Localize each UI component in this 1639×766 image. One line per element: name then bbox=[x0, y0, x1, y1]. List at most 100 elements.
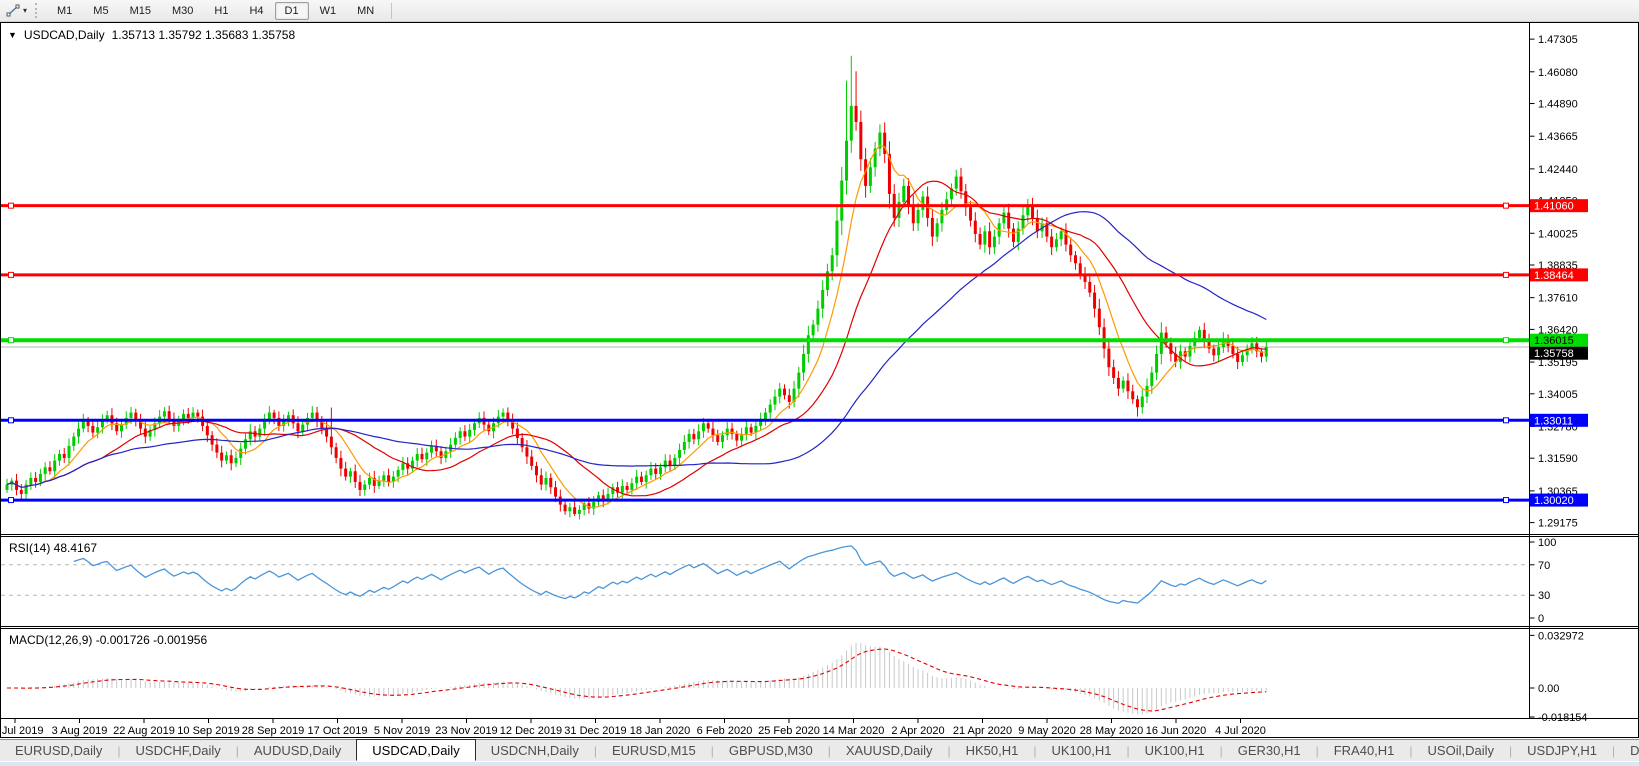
timeframe-button-M1[interactable]: M1 bbox=[47, 2, 82, 20]
svg-text:1.36015: 1.36015 bbox=[1534, 335, 1574, 347]
svg-text:1.43665: 1.43665 bbox=[1538, 131, 1578, 143]
tab-xauusd-daily[interactable]: XAUUSD,Daily bbox=[831, 740, 948, 761]
hline-handle[interactable] bbox=[9, 272, 14, 277]
toolbar-separator bbox=[391, 3, 392, 19]
svg-text:1.34005: 1.34005 bbox=[1538, 389, 1578, 401]
timeframe-button-M30[interactable]: M30 bbox=[162, 2, 203, 20]
tab-usoil-daily[interactable]: USOil,Daily bbox=[1413, 740, 1509, 761]
svg-text:1.35758: 1.35758 bbox=[1534, 348, 1574, 360]
chart-title: ▼ USDCAD,Daily 1.35713 1.35792 1.35683 1… bbox=[8, 28, 295, 42]
hline-handle[interactable] bbox=[1504, 338, 1509, 343]
svg-text:4 Jul 2020: 4 Jul 2020 bbox=[1215, 725, 1266, 737]
chart-ohlc-values: 1.35713 1.35792 1.35683 1.35758 bbox=[112, 28, 296, 42]
timeframe-button-H4[interactable]: H4 bbox=[239, 2, 273, 20]
timeframe-button-D1[interactable]: D1 bbox=[275, 2, 309, 20]
timeframe-button-W1[interactable]: W1 bbox=[310, 2, 347, 20]
svg-text:14 Mar 2020: 14 Mar 2020 bbox=[823, 725, 885, 737]
candles bbox=[6, 56, 1268, 520]
svg-text:1.29175: 1.29175 bbox=[1538, 518, 1578, 530]
svg-text:28 Sep 2019: 28 Sep 2019 bbox=[242, 725, 304, 737]
tab-uk100-h1[interactable]: UK100,H1 bbox=[1130, 740, 1220, 761]
tab-hk50-h1[interactable]: HK50,H1 bbox=[951, 740, 1034, 761]
timeframe-button-M5[interactable]: M5 bbox=[83, 2, 118, 20]
macd-indicator-label: MACD(12,26,9) -0.001726 -0.001956 bbox=[9, 633, 207, 647]
moving-averages bbox=[7, 145, 1266, 507]
svg-text:16 Jul 2019: 16 Jul 2019 bbox=[1, 725, 43, 737]
chart-symbol-label: USDCAD,Daily bbox=[24, 28, 105, 42]
tab-audusd-daily[interactable]: AUDUSD,Daily bbox=[239, 740, 356, 761]
svg-text:22 Aug 2019: 22 Aug 2019 bbox=[113, 725, 175, 737]
top-toolbar: ▾ M1M5M15M30H1H4D1W1MN bbox=[0, 0, 1639, 22]
line-studies-button[interactable]: ▾ bbox=[3, 3, 30, 18]
svg-text:100: 100 bbox=[1538, 537, 1556, 549]
svg-text:1.31590: 1.31590 bbox=[1538, 453, 1578, 465]
toolbar-grip bbox=[35, 3, 41, 18]
svg-text:10 Sep 2019: 10 Sep 2019 bbox=[177, 725, 239, 737]
date-axis: 16 Jul 2019 3 Aug 2019 22 Aug 201910 Sep 2… bbox=[1, 719, 1266, 737]
tab-usdjpy-h1[interactable]: USDJPY,H1 bbox=[1512, 740, 1612, 761]
chevron-down-icon[interactable]: ▾ bbox=[23, 6, 27, 15]
tab-usdchf-daily[interactable]: USDCHF,Daily bbox=[121, 740, 236, 761]
svg-text:30: 30 bbox=[1538, 590, 1550, 602]
tab-ger30-h1[interactable]: GER30,H1 bbox=[1223, 740, 1316, 761]
hline-handle[interactable] bbox=[1504, 498, 1509, 503]
tab-dj30-m15[interactable]: DJ30,M15 bbox=[1615, 740, 1639, 761]
timeframe-button-H1[interactable]: H1 bbox=[204, 2, 238, 20]
svg-text:16 Jun 2020: 16 Jun 2020 bbox=[1146, 725, 1207, 737]
svg-text:-0.018154: -0.018154 bbox=[1538, 712, 1588, 724]
svg-text:2 Apr 2020: 2 Apr 2020 bbox=[891, 725, 944, 737]
price-axis: 1.473051.460801.448901.436651.424401.412… bbox=[1, 23, 1638, 724]
svg-text:1.37610: 1.37610 bbox=[1538, 293, 1578, 305]
svg-text:1.47305: 1.47305 bbox=[1538, 34, 1578, 46]
tab-uk100-h1[interactable]: UK100,H1 bbox=[1037, 740, 1127, 761]
tab-usdcnh-daily[interactable]: USDCNH,Daily bbox=[476, 740, 594, 761]
svg-text:3 Aug 2019: 3 Aug 2019 bbox=[52, 725, 108, 737]
svg-text:1.30020: 1.30020 bbox=[1534, 495, 1574, 507]
macd-pane bbox=[7, 643, 1266, 715]
svg-text:21 Apr 2020: 21 Apr 2020 bbox=[953, 725, 1012, 737]
svg-text:1.46080: 1.46080 bbox=[1538, 67, 1578, 79]
ma-8-line bbox=[7, 145, 1266, 507]
svg-text:1.40025: 1.40025 bbox=[1538, 228, 1578, 240]
hline-handle[interactable] bbox=[9, 418, 14, 423]
tab-eurusd-m15[interactable]: EURUSD,M15 bbox=[597, 740, 711, 761]
hline-handle[interactable] bbox=[1504, 203, 1509, 208]
svg-text:28 May 2020: 28 May 2020 bbox=[1080, 725, 1144, 737]
timeframe-button-MN[interactable]: MN bbox=[347, 2, 384, 20]
svg-text:0.032972: 0.032972 bbox=[1538, 630, 1584, 642]
svg-text:1.33011: 1.33011 bbox=[1534, 415, 1573, 427]
svg-text:0.00: 0.00 bbox=[1538, 683, 1559, 695]
timeframe-button-M15[interactable]: M15 bbox=[120, 2, 161, 20]
ma-55-line bbox=[7, 212, 1266, 488]
tabs-container: EURUSD,Daily|USDCHF,Daily|AUDUSD,DailyUS… bbox=[0, 740, 1639, 761]
chart-window: 1.473051.460801.448901.436651.424401.412… bbox=[0, 22, 1639, 738]
svg-text:17 Oct 2019: 17 Oct 2019 bbox=[308, 725, 368, 737]
hline-handle[interactable] bbox=[1504, 272, 1509, 277]
hline-handle[interactable] bbox=[9, 338, 14, 343]
status-strip bbox=[0, 762, 1639, 766]
svg-text:1.38464: 1.38464 bbox=[1534, 270, 1574, 282]
rsi-indicator-label: RSI(14) 48.4167 bbox=[9, 541, 97, 555]
svg-text:1.41060: 1.41060 bbox=[1534, 201, 1574, 213]
svg-text:31 Dec 2019: 31 Dec 2019 bbox=[564, 725, 626, 737]
svg-text:1.44890: 1.44890 bbox=[1538, 99, 1578, 111]
hline-handle[interactable] bbox=[9, 203, 14, 208]
svg-text:23 Nov 2019: 23 Nov 2019 bbox=[435, 725, 497, 737]
hline-handle[interactable] bbox=[9, 498, 14, 503]
tab-gbpusd-m30[interactable]: GBPUSD,M30 bbox=[714, 740, 828, 761]
trendline-icon bbox=[6, 3, 21, 18]
rsi-pane bbox=[1, 546, 1529, 603]
svg-text:12 Dec 2019: 12 Dec 2019 bbox=[500, 725, 562, 737]
hline-handle[interactable] bbox=[1504, 418, 1509, 423]
tab-eurusd-daily[interactable]: EURUSD,Daily bbox=[0, 740, 117, 761]
tab-fra40-h1[interactable]: FRA40,H1 bbox=[1319, 740, 1410, 761]
timeframe-buttons: M1M5M15M30H1H4D1W1MN bbox=[47, 2, 384, 20]
rsi-line bbox=[74, 546, 1267, 603]
macd-signal-line bbox=[7, 649, 1266, 711]
svg-text:0: 0 bbox=[1538, 613, 1544, 625]
tab-usdcad-daily[interactable]: USDCAD,Daily bbox=[356, 739, 475, 761]
svg-text:5 Nov 2019: 5 Nov 2019 bbox=[374, 725, 430, 737]
collapse-arrow-icon[interactable]: ▼ bbox=[8, 30, 17, 40]
svg-text:6 Feb 2020: 6 Feb 2020 bbox=[697, 725, 753, 737]
chart-tab-bar: EURUSD,Daily|USDCHF,Daily|AUDUSD,DailyUS… bbox=[0, 739, 1639, 761]
